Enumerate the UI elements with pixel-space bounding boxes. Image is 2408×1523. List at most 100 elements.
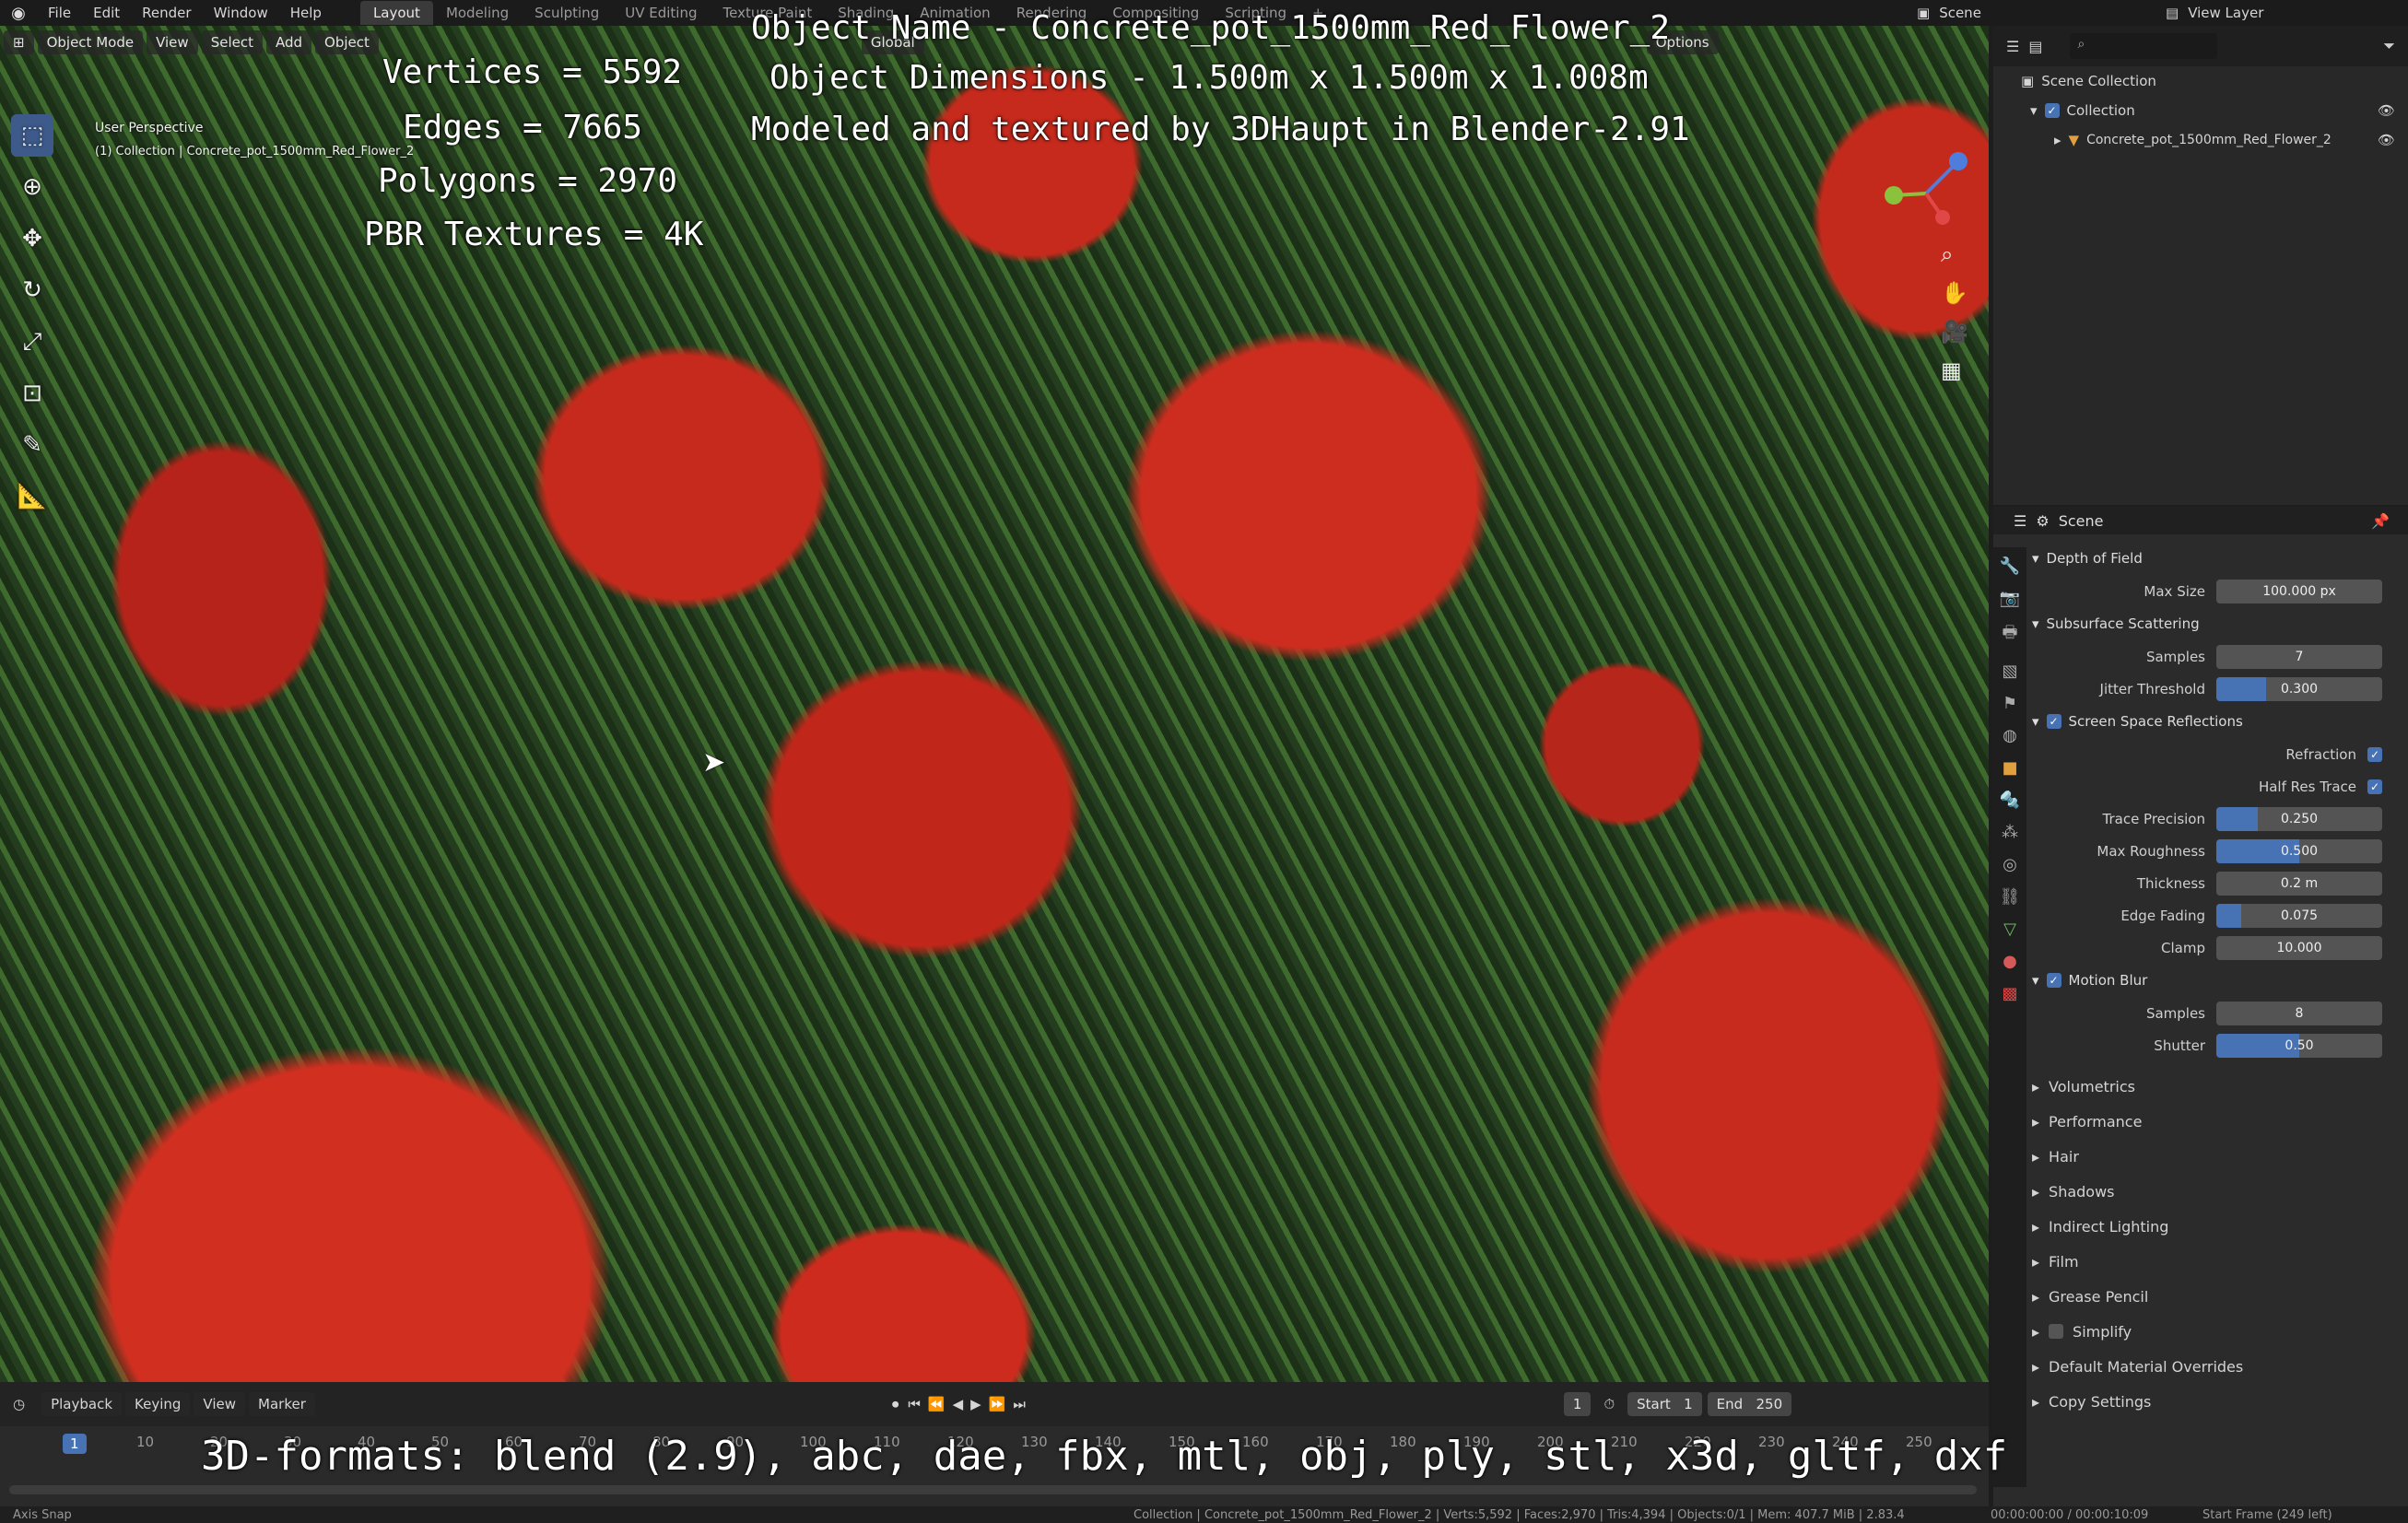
current-frame-field[interactable]: 1 — [1563, 1392, 1592, 1416]
edge-fading-slider[interactable]: 0.075 — [2216, 903, 2382, 928]
panel-screen-space-reflections[interactable]: ▾ ✓ Screen Space Reflections — [2032, 705, 2401, 738]
filter-icon[interactable]: ⏷ — [2383, 37, 2395, 55]
output-tab-icon[interactable]: 🖶 — [2003, 621, 2018, 649]
tab-modeling[interactable]: Modeling — [433, 1, 522, 25]
prev-keyframe-icon[interactable]: ⏪ — [924, 1396, 949, 1412]
panel-material-overrides[interactable]: ▸ Default Material Overrides — [2032, 1349, 2401, 1384]
constraints-tab-icon[interactable]: ⛓ — [2000, 887, 2021, 907]
outliner-row-collection[interactable]: ▾ ✓ Collection 👁 — [1993, 96, 2408, 125]
zoom-icon[interactable]: ⌕ — [1941, 241, 1968, 267]
pan-hand-icon[interactable]: ✋ — [1941, 280, 1968, 306]
world-tab-icon[interactable]: ◍ — [2003, 726, 2017, 745]
collapsed-arrow-icon[interactable]: ▸ — [2054, 132, 2061, 148]
scene-selector[interactable]: ▣ Scene — [1917, 0, 1981, 26]
blender-logo-icon[interactable]: ◉ — [0, 0, 37, 26]
navigation-gizmo[interactable] — [1871, 138, 1981, 249]
panel-volumetrics[interactable]: ▸ Volumetrics — [2032, 1069, 2401, 1104]
menu-window[interactable]: Window — [203, 5, 279, 21]
view-layer-selector[interactable]: ▤ View Layer — [2166, 0, 2263, 26]
cursor-tool-icon[interactable]: ⊕ — [11, 166, 53, 208]
jitter-threshold-slider[interactable]: 0.300 — [2216, 676, 2382, 701]
scene-tab-icon[interactable]: ⚑ — [2003, 694, 2017, 713]
include-checkbox[interactable]: ✓ — [2044, 103, 2060, 118]
keying-menu[interactable]: Keying — [125, 1392, 191, 1416]
tab-sculpting[interactable]: Sculpting — [522, 1, 612, 25]
clock-icon[interactable]: ⏱ — [1591, 1396, 1627, 1412]
panel-grease-pencil[interactable]: ▸ Grease Pencil — [2032, 1279, 2401, 1314]
menu-file[interactable]: File — [37, 5, 82, 21]
start-frame-field[interactable]: Start 1 — [1627, 1392, 1702, 1416]
material-tab-icon[interactable]: ● — [2003, 952, 2017, 971]
outliner-search-input[interactable]: ⌕ — [2070, 33, 2218, 59]
render-tab-icon[interactable]: 📷 — [2000, 589, 2020, 608]
outliner-row-scene-collection[interactable]: ▣ Scene Collection — [1993, 66, 2408, 96]
menu-render[interactable]: Render — [131, 5, 202, 21]
object-tab-icon[interactable]: ■ — [2002, 758, 2017, 778]
motion-blur-samples-field[interactable]: 8 — [2216, 1001, 2382, 1025]
record-icon[interactable]: ⏺ — [887, 1396, 905, 1412]
max-roughness-slider[interactable]: 0.500 — [2216, 838, 2382, 863]
play-icon[interactable]: ▶ — [967, 1396, 985, 1412]
tab-layout[interactable]: Layout — [359, 1, 433, 25]
thickness-field[interactable]: 0.2 m — [2216, 871, 2382, 896]
rotate-tool-icon[interactable]: ↻ — [11, 269, 53, 311]
panel-performance[interactable]: ▸ Performance — [2032, 1104, 2401, 1139]
timeline-view-menu[interactable]: View — [194, 1392, 246, 1416]
scale-tool-icon[interactable]: ⤢ — [11, 321, 53, 363]
physics-tab-icon[interactable]: ◎ — [2003, 855, 2017, 874]
outliner-row-object[interactable]: ▸ ▼ Concrete_pot_1500mm_Red_Flower_2 👁 — [1993, 125, 2408, 155]
trace-precision-slider[interactable]: 0.250 — [2216, 806, 2382, 831]
expand-arrow-icon[interactable]: ▾ — [2030, 102, 2038, 119]
modifier-tab-icon[interactable]: 🔩 — [2000, 791, 2020, 810]
end-frame-field[interactable]: End 250 — [1707, 1392, 1792, 1416]
panel-film[interactable]: ▸ Film — [2032, 1244, 2401, 1279]
motion-blur-checkbox[interactable]: ✓ — [2046, 973, 2061, 988]
move-tool-icon[interactable]: ✥ — [11, 217, 53, 260]
play-reverse-icon[interactable]: ◀ — [949, 1396, 968, 1412]
particles-tab-icon[interactable]: ⁂ — [2002, 823, 2018, 842]
object-mode-dropdown[interactable]: Object Mode — [37, 30, 144, 54]
properties-editor-icon[interactable]: ☰ — [2014, 512, 2026, 530]
clamp-field[interactable]: 10.000 — [2216, 935, 2382, 960]
panel-simplify[interactable]: ▸ Simplify — [2032, 1314, 2401, 1349]
camera-icon[interactable]: 🎥 — [1941, 319, 1968, 345]
display-mode-icon[interactable]: ▤ — [2028, 38, 2042, 55]
refraction-checkbox[interactable]: ✓ — [2367, 746, 2382, 762]
panel-subsurface-scattering[interactable]: ▾ Subsurface Scattering — [2032, 607, 2401, 640]
shutter-slider[interactable]: 0.50 — [2216, 1033, 2382, 1058]
grid-icon[interactable]: ▦ — [1941, 357, 1968, 383]
next-keyframe-icon[interactable]: ⏩ — [985, 1396, 1010, 1412]
texture-tab-icon[interactable]: ▩ — [2002, 984, 2017, 1003]
view-layer-tab-icon[interactable]: ▧ — [2002, 662, 2017, 681]
jump-end-icon[interactable]: ⏭ — [1009, 1396, 1029, 1412]
timeline-scrollbar[interactable] — [9, 1485, 1977, 1494]
measure-tool-icon[interactable]: 📐 — [11, 475, 53, 518]
viewport-menu-object[interactable]: Object — [315, 30, 379, 54]
panel-motion-blur[interactable]: ▾ ✓ Motion Blur — [2032, 964, 2401, 997]
timeline-editor-icon[interactable]: ◷ — [0, 1396, 38, 1412]
data-tab-icon[interactable]: ▽ — [2003, 920, 2016, 939]
playback-menu[interactable]: Playback — [41, 1392, 123, 1416]
menu-help[interactable]: Help — [279, 5, 333, 21]
menu-edit[interactable]: Edit — [82, 5, 131, 21]
tool-tab-icon[interactable]: 🔧 — [2000, 556, 2020, 576]
sss-samples-field[interactable]: 7 — [2216, 644, 2382, 669]
viewport-menu-add[interactable]: Add — [265, 30, 312, 54]
simplify-checkbox[interactable] — [2049, 1324, 2064, 1339]
half-res-trace-checkbox[interactable]: ✓ — [2367, 779, 2382, 794]
marker-menu[interactable]: Marker — [249, 1392, 315, 1416]
3d-viewport[interactable] — [0, 26, 1989, 1382]
panel-copy-settings[interactable]: ▸ Copy Settings — [2032, 1384, 2401, 1419]
transform-tool-icon[interactable]: ⊡ — [11, 372, 53, 415]
panel-shadows[interactable]: ▸ Shadows — [2032, 1174, 2401, 1209]
panel-hair[interactable]: ▸ Hair — [2032, 1139, 2401, 1174]
viewport-menu-select[interactable]: Select — [201, 30, 263, 54]
pin-icon[interactable]: 📌 — [2371, 512, 2390, 530]
ssr-enable-checkbox[interactable]: ✓ — [2046, 714, 2061, 729]
editor-type-icon[interactable]: ⊞ — [4, 30, 34, 54]
object-eye-icon[interactable]: 👁 — [2378, 132, 2395, 148]
max-size-field[interactable]: 100.000 px — [2216, 579, 2382, 603]
annotate-tool-icon[interactable]: ✎ — [11, 424, 53, 466]
outliner-editor-icon[interactable]: ☰ — [2006, 38, 2019, 55]
jump-start-icon[interactable]: ⏮ — [904, 1396, 924, 1412]
